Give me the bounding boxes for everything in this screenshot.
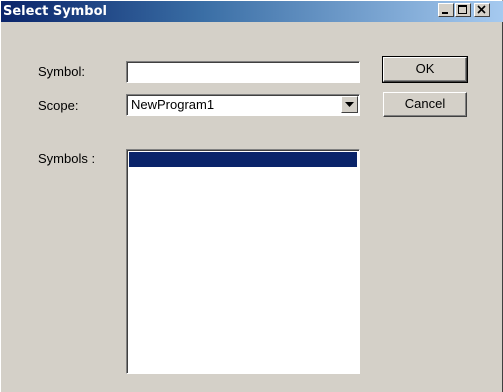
chevron-down-icon: [345, 102, 354, 107]
title-bar[interactable]: Select Symbol: [1, 1, 503, 22]
close-icon: [477, 5, 486, 14]
maximize-button[interactable]: [455, 3, 471, 17]
window-title: Select Symbol: [3, 4, 107, 19]
list-item[interactable]: [129, 152, 357, 167]
cancel-button[interactable]: Cancel: [383, 92, 467, 117]
scope-selected-value: NewProgram1: [131, 97, 215, 112]
symbol-input[interactable]: [127, 62, 359, 83]
minimize-button[interactable]: [438, 3, 454, 17]
select-symbol-dialog: Select Symbol Symbol: Scope: NewProgram1: [0, 0, 503, 392]
close-button[interactable]: [474, 3, 490, 17]
ok-button[interactable]: OK: [382, 56, 468, 83]
cancel-button-label: Cancel: [404, 96, 446, 111]
scope-dropdown-button[interactable]: [341, 96, 358, 113]
symbols-listbox[interactable]: [126, 149, 360, 374]
scope-select[interactable]: NewProgram1: [126, 94, 360, 116]
symbol-label: Symbol:: [38, 64, 85, 79]
ok-button-label: OK: [415, 61, 435, 76]
scope-label: Scope:: [38, 98, 79, 113]
symbols-label: Symbols :: [38, 151, 96, 166]
maximize-icon: [458, 5, 467, 14]
symbol-input-frame[interactable]: [126, 61, 360, 83]
minimize-icon: [442, 12, 448, 14]
